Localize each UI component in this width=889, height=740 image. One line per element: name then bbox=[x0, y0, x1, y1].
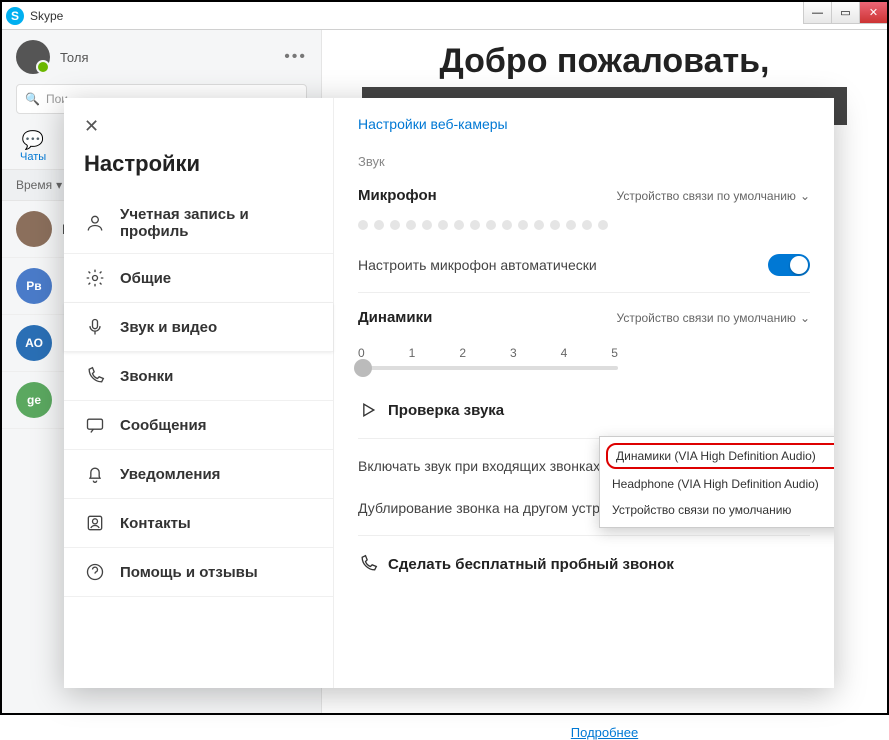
chevron-down-icon: ▾ bbox=[56, 178, 62, 192]
ring-incoming-label: Включать звук при входящих звонках bbox=[358, 458, 600, 474]
dropdown-option-default[interactable]: Устройство связи по умолчанию bbox=[600, 497, 834, 523]
skype-icon: S bbox=[6, 7, 24, 25]
dropdown-option-speakers[interactable]: Динамики (VIA High Definition Audio) bbox=[606, 443, 834, 469]
section-time-label: Время bbox=[16, 178, 52, 192]
sound-section-label: Звук bbox=[358, 154, 810, 169]
speakers-label: Динамики bbox=[358, 309, 432, 326]
mic-level-meter bbox=[358, 214, 810, 244]
settings-title: Настройки bbox=[64, 151, 333, 193]
tick: 4 bbox=[561, 346, 568, 360]
tab-chats-label: Чаты bbox=[20, 151, 46, 163]
chat-icon: 💬 bbox=[20, 130, 46, 151]
divider bbox=[358, 535, 810, 536]
message-icon bbox=[84, 414, 106, 436]
nav-messages-label: Сообщения bbox=[120, 417, 206, 434]
nav-account[interactable]: Учетная запись и профиль bbox=[64, 193, 333, 254]
tick: 2 bbox=[459, 346, 466, 360]
tab-chats[interactable]: 💬 Чаты bbox=[20, 130, 46, 163]
help-icon bbox=[84, 561, 106, 583]
play-icon bbox=[358, 400, 378, 420]
nav-contacts[interactable]: Контакты bbox=[64, 499, 333, 548]
divider bbox=[358, 292, 810, 293]
contact-avatar: АО bbox=[16, 325, 52, 361]
speakers-row: Динамики Устройство связи по умолчанию ⌄ bbox=[358, 299, 810, 336]
speakers-device-value: Устройство связи по умолчанию bbox=[617, 311, 796, 325]
search-icon: 🔍 bbox=[25, 92, 40, 106]
tick: 5 bbox=[611, 346, 618, 360]
contacts-icon bbox=[84, 512, 106, 534]
window-controls: — ▭ ✕ bbox=[803, 2, 887, 24]
speakers-device-select[interactable]: Устройство связи по умолчанию ⌄ bbox=[617, 311, 810, 325]
nav-contacts-label: Контакты bbox=[120, 515, 191, 532]
app-body: Толя ••• 🔍 Пои 💬 Чаты Время ▾ N Рв АО ge bbox=[2, 30, 887, 713]
dropdown-option-headphone[interactable]: Headphone (VIA High Definition Audio) bbox=[600, 471, 834, 497]
nav-notifications-label: Уведомления bbox=[120, 466, 220, 483]
nav-audio-video[interactable]: Звук и видео bbox=[64, 303, 333, 352]
mic-device-value: Устройство связи по умолчанию bbox=[617, 189, 796, 203]
gear-icon bbox=[84, 267, 106, 289]
nav-calls[interactable]: Звонки bbox=[64, 352, 333, 401]
microphone-device-select[interactable]: Устройство связи по умолчанию ⌄ bbox=[617, 189, 810, 203]
close-button[interactable]: ✕ bbox=[859, 2, 887, 24]
speakers-dropdown: Динамики (VIA High Definition Audio) Hea… bbox=[599, 436, 834, 528]
contact-avatar: Рв bbox=[16, 268, 52, 304]
settings-content: Настройки веб-камеры Звук Микрофон Устро… bbox=[334, 98, 834, 688]
auto-mic-row: Настроить микрофон автоматически bbox=[358, 244, 810, 286]
minimize-button[interactable]: — bbox=[803, 2, 831, 24]
chevron-down-icon: ⌄ bbox=[800, 189, 810, 203]
slider-ticks: 0 1 2 3 4 5 bbox=[358, 346, 618, 360]
maximize-button[interactable]: ▭ bbox=[831, 2, 859, 24]
auto-mic-toggle[interactable] bbox=[768, 254, 810, 276]
phone-icon bbox=[358, 554, 378, 574]
person-icon bbox=[84, 212, 106, 234]
microphone-label: Микрофон bbox=[358, 187, 437, 204]
welcome-banner: Добро пожаловать, bbox=[322, 30, 887, 81]
contact-avatar: ge bbox=[16, 382, 52, 418]
test-sound-label: Проверка звука bbox=[388, 402, 504, 419]
profile-row[interactable]: Толя ••• bbox=[2, 30, 321, 84]
window-titlebar: S Skype — ▭ ✕ bbox=[2, 2, 887, 30]
avatar[interactable] bbox=[16, 40, 50, 74]
tick: 1 bbox=[409, 346, 416, 360]
more-icon[interactable]: ••• bbox=[284, 48, 307, 66]
free-test-call-row[interactable]: Сделать бесплатный пробный звонок bbox=[358, 542, 810, 586]
nav-general-label: Общие bbox=[120, 270, 171, 287]
nav-calls-label: Звонки bbox=[120, 368, 173, 385]
bell-icon bbox=[84, 463, 106, 485]
microphone-row: Микрофон Устройство связи по умолчанию ⌄ bbox=[358, 177, 810, 214]
close-icon[interactable]: ✕ bbox=[64, 112, 333, 151]
more-link[interactable]: Подробнее bbox=[322, 725, 887, 740]
tick: 0 bbox=[358, 346, 365, 360]
slider-thumb[interactable] bbox=[354, 359, 372, 377]
window-title: Skype bbox=[30, 9, 63, 23]
speakers-volume-slider[interactable]: 0 1 2 3 4 5 bbox=[358, 336, 810, 388]
mic-icon bbox=[84, 316, 106, 338]
nav-messages[interactable]: Сообщения bbox=[64, 401, 333, 450]
profile-name: Толя bbox=[60, 50, 274, 65]
chevron-down-icon: ⌄ bbox=[800, 311, 810, 325]
settings-nav: ✕ Настройки Учетная запись и профиль Общ… bbox=[64, 98, 334, 688]
nav-help[interactable]: Помощь и отзывы bbox=[64, 548, 333, 597]
nav-help-label: Помощь и отзывы bbox=[120, 564, 258, 581]
nav-general[interactable]: Общие bbox=[64, 254, 333, 303]
webcam-settings-link[interactable]: Настройки веб-камеры bbox=[358, 116, 810, 132]
tick: 3 bbox=[510, 346, 517, 360]
phone-icon bbox=[84, 365, 106, 387]
nav-audio-video-label: Звук и видео bbox=[120, 319, 217, 336]
nav-notifications[interactable]: Уведомления bbox=[64, 450, 333, 499]
nav-account-label: Учетная запись и профиль bbox=[120, 206, 313, 240]
test-sound-row[interactable]: Проверка звука bbox=[358, 388, 810, 432]
free-test-call-label: Сделать бесплатный пробный звонок bbox=[388, 556, 674, 573]
contact-avatar bbox=[16, 211, 52, 247]
slider-track[interactable] bbox=[358, 366, 618, 370]
settings-modal: ✕ Настройки Учетная запись и профиль Общ… bbox=[64, 98, 834, 688]
auto-mic-label: Настроить микрофон автоматически bbox=[358, 257, 597, 273]
